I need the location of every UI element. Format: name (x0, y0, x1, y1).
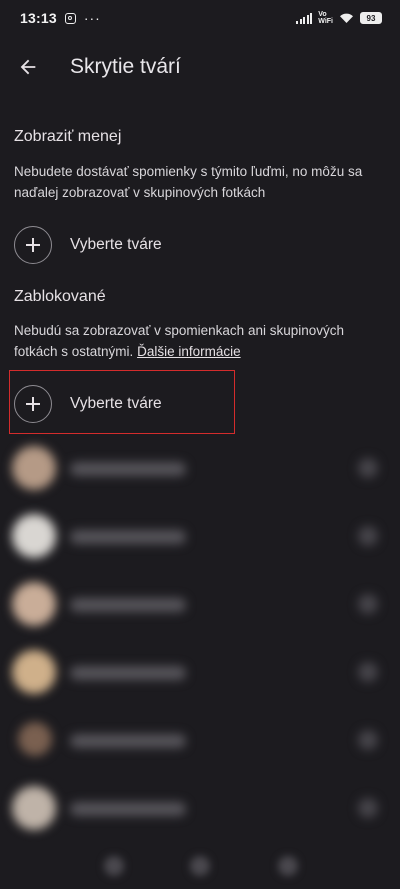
show-less-heading: Zobraziť menej (14, 128, 122, 145)
signal-icon (296, 12, 313, 24)
blocked-description: Nebudú sa zobrazovať v spomienkach ani s… (14, 320, 386, 362)
status-bar-left: 13:13 ··· (20, 10, 101, 26)
show-less-description: Nebudete dostávať spomienky s týmito ľuď… (14, 164, 363, 200)
list-item[interactable] (0, 778, 400, 846)
back-button[interactable] (0, 40, 56, 94)
face-name (70, 530, 186, 544)
avatar (18, 722, 52, 756)
nav-item[interactable] (278, 856, 298, 876)
app-bar: Skrytie tvárí (0, 40, 400, 94)
avatar (12, 786, 56, 830)
show-less-select-faces-button[interactable]: Vyberte tváre (14, 224, 162, 266)
face-name (70, 734, 186, 748)
avatar (12, 650, 56, 694)
remove-icon[interactable] (358, 458, 378, 478)
learn-more-link[interactable]: Ďalšie informácie (137, 344, 241, 359)
blocked-faces-list (0, 438, 400, 846)
face-name (70, 802, 186, 816)
avatar (12, 514, 56, 558)
avatar (12, 582, 56, 626)
nav-item[interactable] (104, 856, 124, 876)
nav-item[interactable] (190, 856, 210, 876)
page-title: Skrytie tvárí (70, 55, 181, 78)
wifi-icon (340, 13, 353, 23)
list-item[interactable] (0, 506, 400, 574)
blocked-heading: Zablokované (14, 288, 106, 305)
status-bar-right: Vo WiFi 93 (296, 11, 382, 25)
status-time: 13:13 (20, 10, 57, 26)
wifi-label: WiFi (318, 18, 333, 25)
remove-icon[interactable] (358, 798, 378, 818)
bottom-navigation (0, 848, 400, 884)
more-notifications-icon: ··· (83, 10, 101, 26)
list-item[interactable] (0, 710, 400, 778)
avatar (12, 446, 56, 490)
remove-icon[interactable] (358, 594, 378, 614)
face-name (70, 462, 186, 476)
list-item[interactable] (0, 574, 400, 642)
remove-icon[interactable] (358, 730, 378, 750)
arrow-left-icon (20, 59, 36, 75)
face-name (70, 598, 186, 612)
vowifi-indicator: Vo WiFi (318, 11, 333, 25)
instagram-notification-icon (64, 12, 76, 24)
show-less-add-label: Vyberte tváre (70, 236, 162, 253)
remove-icon[interactable] (358, 662, 378, 682)
highlight-box (9, 370, 235, 434)
status-bar: 13:13 ··· Vo WiFi 93 (0, 0, 400, 36)
list-item[interactable] (0, 642, 400, 710)
remove-icon[interactable] (358, 526, 378, 546)
vo-label: Vo (318, 11, 327, 18)
plus-icon (14, 226, 52, 264)
list-item[interactable] (0, 438, 400, 506)
battery-icon: 93 (360, 12, 382, 24)
face-name (70, 666, 186, 680)
